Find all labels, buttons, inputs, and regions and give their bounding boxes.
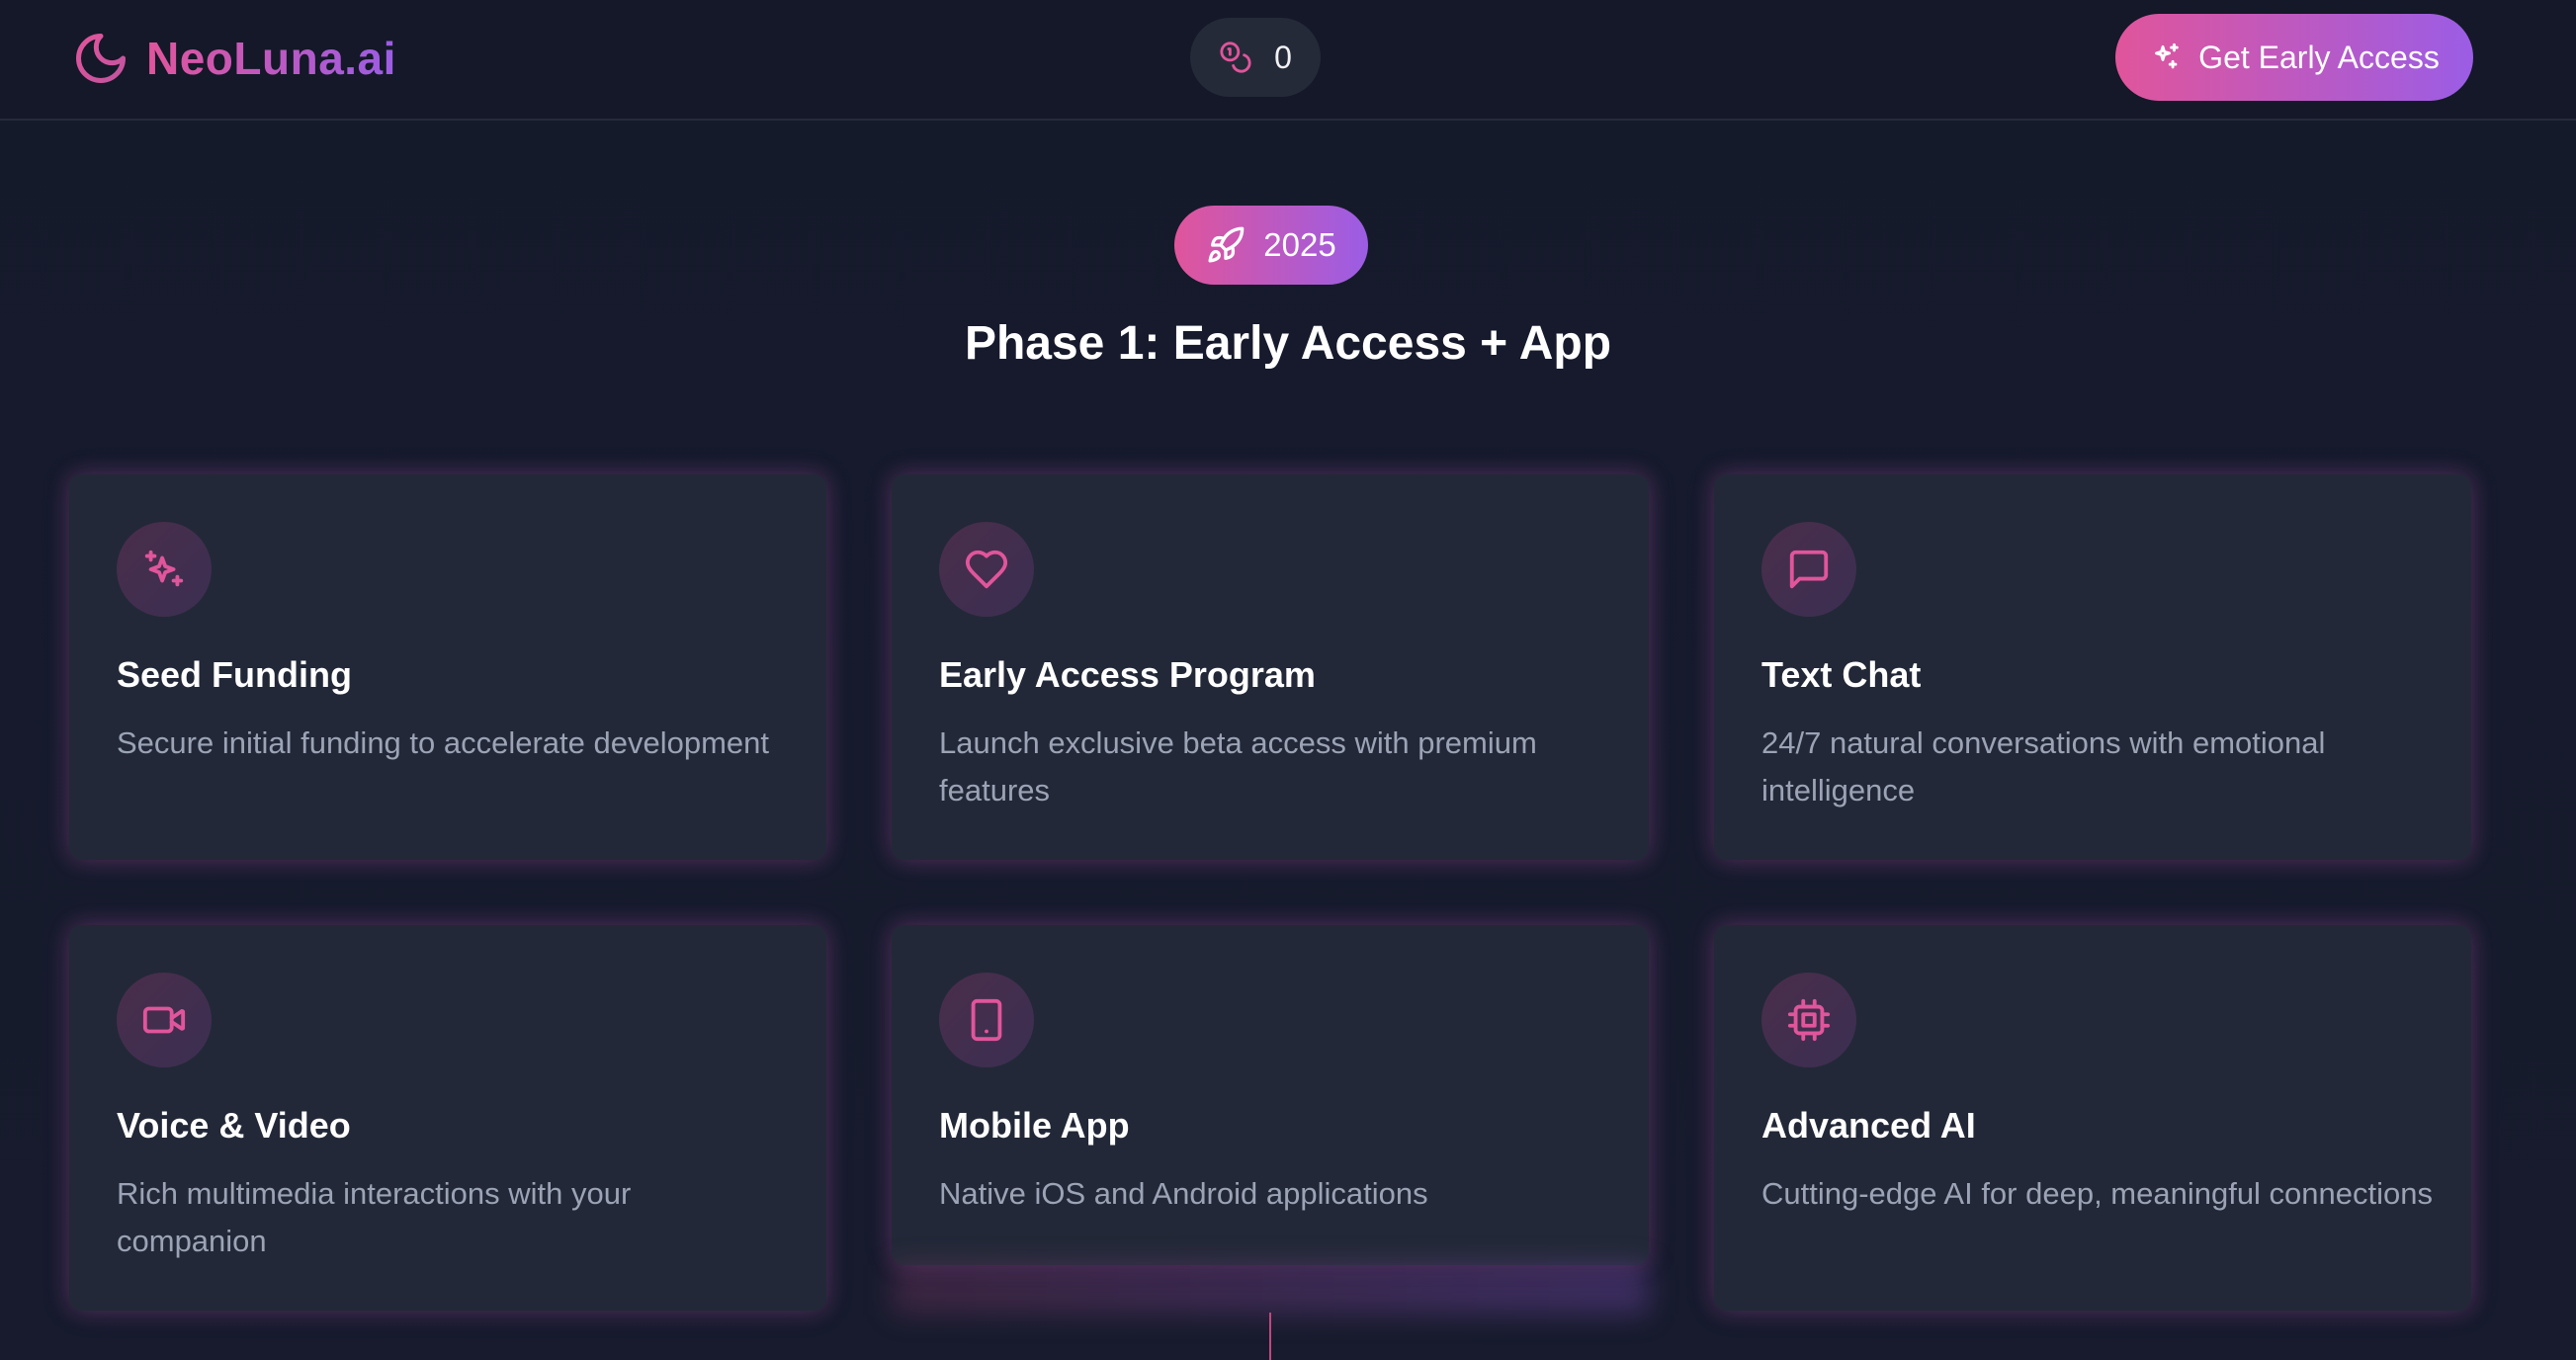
rocket-icon: [1208, 226, 1245, 263]
card-title: Seed Funding: [117, 654, 352, 695]
card-advanced-ai: Advanced AI Cutting-edge AI for deep, me…: [1714, 925, 2471, 1311]
card-title: Mobile App: [939, 1105, 1130, 1146]
coins-value: 0: [1274, 39, 1292, 75]
timeline-connector: [1269, 1313, 1271, 1360]
card-icon-wrapper: [939, 522, 1034, 617]
card-icon-wrapper: [1761, 973, 1856, 1067]
year-text: 2025: [1263, 226, 1336, 263]
video-camera-icon: [142, 1006, 186, 1034]
card-description: Launch exclusive beta access with premiu…: [939, 725, 1537, 808]
card-description: Secure initial funding to accelerate dev…: [117, 725, 770, 760]
cpu-chip-icon: [1787, 998, 1831, 1042]
heart-icon: [965, 550, 1008, 589]
card-title: Voice & Video: [117, 1105, 351, 1146]
coins-icon: [1220, 42, 1251, 73]
coins-counter[interactable]: 0: [1190, 18, 1321, 97]
card-glow: [892, 1265, 1649, 1315]
sparkles-icon: [144, 550, 184, 587]
card-title: Advanced AI: [1761, 1105, 1976, 1146]
card-voice-video: Voice & Video Rich multimedia interactio…: [69, 925, 826, 1311]
sparkles-icon: [2155, 42, 2179, 69]
card-description: 24/7 natural conversations with emotiona…: [1761, 725, 2326, 808]
year-badge: 2025: [1174, 206, 1368, 285]
moon-icon: [76, 34, 126, 83]
card-text-chat: Text Chat 24/7 natural conversations wit…: [1714, 474, 2471, 860]
card-icon-wrapper: [1761, 522, 1856, 617]
smartphone-icon: [971, 998, 1002, 1042]
card-description: Cutting-edge AI for deep, meaningful con…: [1761, 1176, 2434, 1211]
card-title: Early Access Program: [939, 654, 1316, 695]
page: NeoLuna.ai 0 Get Early Access 2025 Phase…: [0, 0, 2576, 1360]
logo-text: NeoLuna.ai: [146, 33, 396, 84]
get-early-access-button[interactable]: Get Early Access: [2115, 14, 2473, 101]
chat-bubble-icon: [1789, 550, 1829, 589]
card-seed-funding: Seed Funding Secure initial funding to a…: [69, 474, 826, 860]
card-title: Text Chat: [1761, 654, 1922, 695]
cta-label: Get Early Access: [2198, 39, 2440, 75]
card-icon-wrapper: [117, 973, 212, 1067]
logo[interactable]: NeoLuna.ai: [71, 26, 396, 91]
top-nav: NeoLuna.ai 0 Get Early Access: [0, 0, 2576, 121]
phase-title: Phase 1: Early Access + App: [964, 317, 1612, 370]
card-early-access-program: Early Access Program Launch exclusive be…: [892, 474, 1649, 860]
card-icon-wrapper: [117, 522, 212, 617]
card-description: Rich multimedia interactions with your c…: [117, 1176, 632, 1258]
card-icon-wrapper: [939, 973, 1034, 1067]
card-mobile-app: Mobile App Native iOS and Android applic…: [892, 925, 1649, 1265]
card-description: Native iOS and Android applications: [939, 1176, 1428, 1211]
